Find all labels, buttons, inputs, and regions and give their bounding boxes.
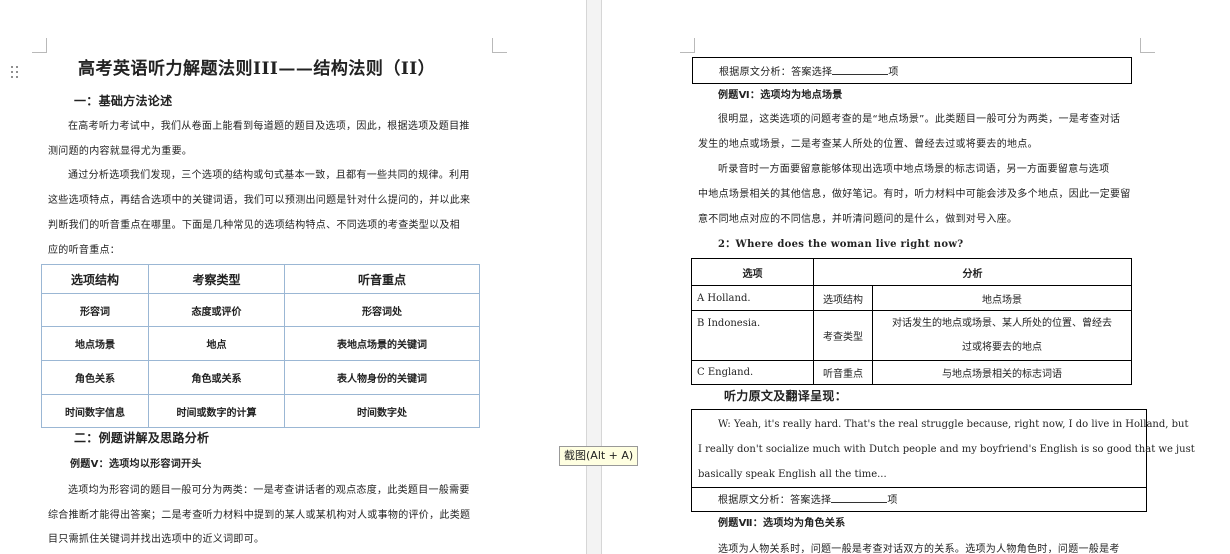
paragraph-line: 目只需抓住关键词并找出选项中的近义词即可。 [48, 534, 265, 545]
options-table: 选项结构 考察类型 听音重点 形容词 态度或评价 形容词处 地点场景 地点 表地… [41, 264, 480, 428]
paragraph-line: 选项为人物关系时，问题一般是考查对话双方的关系。选项为人物角色时，问题一般是考 [718, 544, 1120, 554]
value-cell: 对话发生的地点或场景、某人所处的位置、曾经去 过或将要去的地点 [892, 317, 1112, 353]
paragraph-line: 很明显，这类选项的问题考查的是“地点场景”。此类题目一般可分为两类，一是考查对话 [718, 114, 1121, 125]
answer-blank[interactable] [832, 65, 889, 75]
option-cell: B Indonesia. [697, 318, 761, 329]
paragraph-line: 听录音时一方面要留意能够体现出选项中地点场景的标志词语，另一方面要留意与选项 [718, 164, 1110, 175]
transcript-line: basically speak English all the time... [698, 469, 887, 480]
question-text: 2：Where does the woman live right now? [718, 239, 964, 250]
transcript-box: W: Yeah, it's really hard. That's the re… [691, 409, 1195, 512]
example-title: 例题Ⅶ：选项均为角色关系 [718, 518, 846, 529]
analysis-text: 根据原文分析：答案选择项 [719, 65, 899, 78]
paragraph-line: 通过分析选项我们发现，三个选项的结构或句式基本一致，且都有一些共同的规律。利用 [68, 170, 470, 181]
table-cell: 角色关系 [75, 374, 115, 385]
table-header-cell: 选项结构 [70, 272, 119, 287]
table-cell: 角色或关系 [191, 374, 242, 385]
paragraph-line: 应的听音重点： [48, 245, 121, 256]
section-heading: 二：例题讲解及思路分析 [74, 431, 210, 445]
paragraph-line: 中地点场景相关的其他信息，做好笔记。有时，听力材料中可能会涉及多个地点，因此一定… [698, 189, 1131, 200]
table-cell: 地点场景 [75, 340, 115, 351]
transcript-line: I really don't socialize much with Dutch… [698, 444, 1195, 455]
screenshot-tooltip: 截图(Alt + A) [559, 446, 639, 466]
analysis-text: 根据原文分析：答案选择项 [718, 493, 898, 506]
margin-corner-mark [1140, 38, 1155, 53]
value-cell: 与地点场景相关的标志词语 [942, 369, 1062, 380]
drag-handle-icon[interactable] [11, 66, 19, 80]
table-cell: 态度或评价 [191, 306, 242, 318]
question-analysis-table: 选项 分析 A Holland. B Indonesia. C England.… [691, 258, 1132, 385]
value-cell: 地点场景 [982, 294, 1022, 306]
paragraph-line: 意不同地点对应的不同信息，并听清问题问的是什么，做到对号入座。 [698, 214, 1018, 225]
analysis-box: 根据原文分析：答案选择项 [692, 57, 1132, 84]
table-cell: 地点 [206, 340, 227, 351]
document-page-right: 根据原文分析：答案选择项 例题Ⅵ：选项均为地点场景 很明显，这类选项的问题考查的… [602, 0, 1230, 554]
page-gap [586, 0, 602, 554]
table-cell: 表地点场景的关键词 [337, 340, 427, 351]
paragraph-line: 发生的地点或场景，二是考查某人所处的位置、曾经去过或将要去的地点。 [698, 139, 1038, 150]
section-heading: 听力原文及翻译呈现： [724, 389, 848, 403]
table-cell: 形容词处 [362, 306, 402, 318]
option-cell: C England. [697, 367, 754, 378]
table-cell: 表人物身份的关键词 [337, 374, 427, 385]
document-page-left: 高考英语听力解题法则III——结构法则（II） 一：基础方法论述 在高考听力考试… [0, 0, 586, 554]
table-header-cell: 分析 [962, 268, 983, 280]
section-heading: 一：基础方法论述 [74, 94, 173, 108]
answer-blank[interactable] [831, 493, 888, 503]
table-header-cell: 选项 [742, 268, 763, 280]
paragraph-line: 判断我们的听音重点在哪里。下面是几种常见的选项结构特点、不同选项的考查类型以及相 [48, 220, 460, 231]
table-cell: 时间数字信息 [65, 407, 125, 419]
paragraph-line: 选项均为形容词的题目一般可分为两类：一是考查讲话者的观点态度，此类题目一般需要 [68, 485, 470, 496]
paragraph-line: 测问题的内容就显得尤为重要。 [48, 146, 193, 157]
margin-corner-mark [680, 38, 695, 53]
label-cell: 选项结构 [823, 294, 863, 306]
option-cell: A Holland. [697, 292, 751, 304]
paragraph-line: 综合推断才能得出答案；二是考查听力材料中提到的某人或某机构对人或事物的评价，此类… [48, 510, 471, 521]
margin-corner-mark [32, 38, 47, 53]
table-cell: 时间数字处 [357, 407, 407, 419]
paragraph-line: 这些选项特点，再结合选项中的关键词语，我们可以预测出问题是针对什么提问的，并以此… [48, 195, 471, 206]
transcript-line: W: Yeah, it's really hard. That's the re… [718, 419, 1189, 430]
table-header-cell: 听音重点 [357, 272, 406, 287]
example-title: 例题Ⅵ：选项均为地点场景 [718, 90, 843, 101]
paragraph-line: 在高考听力考试中，我们从卷面上能看到每道题的题目及选项，因此，根据选项及题目推 [68, 121, 470, 132]
label-cell: 听音重点 [823, 369, 863, 380]
table-cell: 形容词 [80, 306, 110, 318]
label-cell: 考查类型 [823, 332, 863, 343]
margin-corner-mark [492, 38, 507, 53]
table-cell: 时间或数字的计算 [176, 407, 257, 419]
table-header-cell: 考察类型 [192, 272, 241, 287]
document-title: 高考英语听力解题法则III——结构法则（II） [78, 59, 436, 79]
example-title: 例题Ⅴ：选项均以形容词开头 [70, 459, 202, 470]
